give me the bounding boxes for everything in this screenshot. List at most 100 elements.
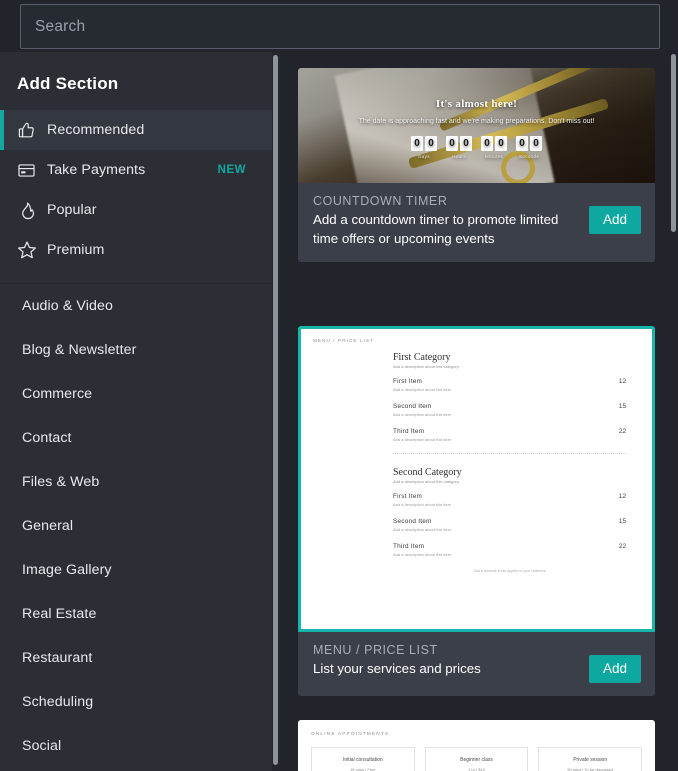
flame-icon xyxy=(17,201,47,220)
sidebar-category-label: Audio & Video xyxy=(22,298,113,314)
countdown-unit-label: Minutes xyxy=(484,154,504,160)
countdown-digit: 0 xyxy=(425,136,437,152)
appointments-preview: ONLINE APPOINTMENTS Initial consultation… xyxy=(298,720,655,771)
panel-scrollbar-thumb[interactable] xyxy=(671,54,676,232)
sidebar-item-label: Premium xyxy=(47,242,105,258)
appointment-tile[interactable]: Initial consultation 15 mins | Free BOOK xyxy=(311,747,415,771)
sidebar-category-label: Scheduling xyxy=(22,694,94,710)
menu-item-name: First Item xyxy=(393,493,423,500)
sidebar-item-take-payments[interactable]: Take Payments NEW xyxy=(0,150,272,190)
countdown-unit-label: Hours xyxy=(452,154,466,160)
countdown-digit: 0 xyxy=(411,136,423,152)
appointment-tile[interactable]: Private session 30 mins | To be discusse… xyxy=(538,747,643,771)
menu-item-row: First Item 12 xyxy=(393,493,626,500)
menu-item-description: Add a description about this item xyxy=(393,387,452,392)
menu-item-row: Second Item 15 xyxy=(393,403,626,410)
appointment-name: Private session xyxy=(573,757,608,763)
card-description: List your services and prices xyxy=(313,661,481,676)
countdown-digit: 0 xyxy=(460,136,472,152)
countdown-heading: It's almost here! xyxy=(435,97,518,110)
menu-item-name: Third Item xyxy=(393,543,425,550)
section-list-panel: It's almost here! The date is approachin… xyxy=(282,52,678,771)
card-footer: MENU / PRICE LIST List your services and… xyxy=(298,632,655,696)
divider xyxy=(393,453,626,454)
sidebar-item-popular[interactable]: Popular xyxy=(0,190,272,230)
menu-item-price: 15 xyxy=(618,403,626,410)
sidebar-item-recommended[interactable]: Recommended xyxy=(0,110,272,150)
sidebar-category-label: General xyxy=(22,518,74,534)
menu-item-description: Add a description about this item xyxy=(393,502,452,507)
search-input[interactable]: Search xyxy=(20,4,660,49)
section-card-online-appointments[interactable]: ONLINE APPOINTMENTS Initial consultation… xyxy=(298,720,655,771)
add-section-button[interactable]: Add xyxy=(588,206,641,234)
countdown-unit-label: Seconds xyxy=(519,154,539,160)
menu-category-name: First Category xyxy=(393,352,451,363)
countdown-unit-seconds: 0 0 Seconds xyxy=(516,136,542,159)
countdown-preview-image: It's almost here! The date is approachin… xyxy=(298,68,655,183)
menu-preview: MENU / PRICE LIST First Category Add a d… xyxy=(298,326,655,632)
menu-item-price: 15 xyxy=(618,518,626,525)
sidebar-category-general[interactable]: General xyxy=(0,504,272,548)
sidebar-item-label: Take Payments xyxy=(47,162,146,178)
sidebar-category-files-web[interactable]: Files & Web xyxy=(0,460,272,504)
menu-item-name: Second Item xyxy=(393,518,432,525)
menu-item-name: Second Item xyxy=(393,403,432,410)
sidebar-category-scheduling[interactable]: Scheduling xyxy=(0,680,272,724)
sidebar: Add Section Recommended Take Payments NE… xyxy=(0,52,272,771)
menu-item-row: Third Item 22 xyxy=(393,428,626,435)
sidebar-category-real-estate[interactable]: Real Estate xyxy=(0,592,272,636)
panel-scrollbar-track[interactable] xyxy=(670,52,678,771)
sidebar-category-label: Commerce xyxy=(22,386,93,402)
add-section-button[interactable]: Add xyxy=(588,655,641,683)
countdown-unit-label: Days xyxy=(418,154,430,160)
appointment-name: Beginner class xyxy=(460,757,493,763)
sidebar-category-audio-video[interactable]: Audio & Video xyxy=(0,284,272,328)
sidebar-category-label: Files & Web xyxy=(22,474,100,490)
menu-item-description: Add a description about this item xyxy=(393,437,452,442)
sidebar-category-contact[interactable]: Contact xyxy=(0,416,272,460)
menu-item-price: 22 xyxy=(618,543,626,550)
sidebar-category-social[interactable]: Social xyxy=(0,724,272,768)
sidebar-category-blog-newsletter[interactable]: Blog & Newsletter xyxy=(0,328,272,372)
appointment-tile[interactable]: Beginner class 1 hr | $10 BOOK xyxy=(424,747,529,771)
credit-card-icon xyxy=(17,161,47,180)
countdown-unit-days: 0 0 Days xyxy=(411,136,437,159)
menu-item-description: Add a description about this item xyxy=(393,552,452,557)
menu-category-name: Second Category xyxy=(393,467,462,478)
countdown-unit-minutes: 0 0 Minutes xyxy=(481,136,507,159)
sidebar-category-label: Contact xyxy=(22,430,72,446)
sidebar-item-premium[interactable]: Premium xyxy=(0,230,272,270)
sidebar-category-label: Social xyxy=(22,738,62,754)
sidebar-category-label: Real Estate xyxy=(22,606,97,622)
menu-item-row: Second Item 15 xyxy=(393,518,626,525)
search-bar-region: Search xyxy=(0,0,678,52)
sidebar-category-restaurant[interactable]: Restaurant xyxy=(0,636,272,680)
appointment-meta: 15 mins | Free xyxy=(350,767,376,771)
countdown-unit-hours: 0 0 Hours xyxy=(446,136,472,159)
countdown-digits: 0 0 Days 0 0 Hours 0 0 Minutes 0 0 Secon… xyxy=(411,136,542,159)
sidebar-scrollbar-thumb[interactable] xyxy=(273,55,278,765)
menu-item-row: First Item 12 xyxy=(393,378,626,385)
section-card-countdown-timer[interactable]: It's almost here! The date is approachin… xyxy=(298,68,655,262)
sidebar-category-commerce[interactable]: Commerce xyxy=(0,372,272,416)
sidebar-category-label: Blog & Newsletter xyxy=(22,342,137,358)
card-footer: COUNTDOWN TIMER Add a countdown timer to… xyxy=(298,183,655,262)
star-icon xyxy=(17,240,47,260)
menu-category-description: Add a description about this category xyxy=(393,479,459,484)
sidebar-item-label: Recommended xyxy=(47,122,145,138)
section-card-menu-price-list[interactable]: MENU / PRICE LIST First Category Add a d… xyxy=(298,326,655,696)
appointments-preview-kicker: ONLINE APPOINTMENTS xyxy=(311,731,390,736)
sidebar-category-image-gallery[interactable]: Image Gallery xyxy=(0,548,272,592)
menu-item-row: Third Item 22 xyxy=(393,543,626,550)
countdown-digit: 0 xyxy=(481,136,493,152)
menu-category-description: Add a description about this category xyxy=(393,364,459,369)
menu-item-price: 22 xyxy=(618,428,626,435)
sidebar-category-label: Restaurant xyxy=(22,650,93,666)
appointment-meta: 30 mins | To be discussed xyxy=(567,767,614,771)
countdown-digit: 0 xyxy=(516,136,528,152)
menu-preview-footnote: Add a footnote if this applies to your b… xyxy=(473,569,546,573)
countdown-digit: 0 xyxy=(495,136,507,152)
thumbs-up-icon xyxy=(17,121,47,140)
countdown-subheading: The date is approaching fast and we're m… xyxy=(358,117,595,125)
card-description: Add a countdown timer to promote limited… xyxy=(313,212,559,246)
